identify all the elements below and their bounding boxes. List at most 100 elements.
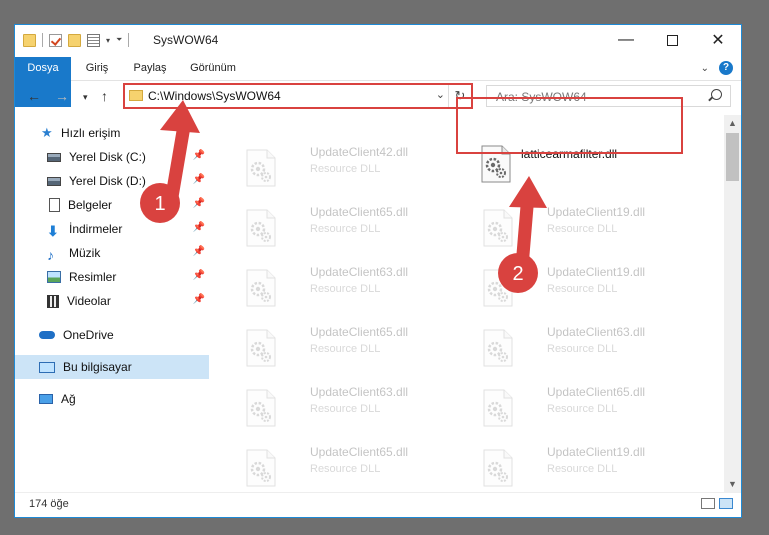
close-button[interactable]: ✕ — [695, 25, 741, 55]
window-title: SysWOW64 — [153, 33, 219, 47]
pin-icon[interactable]: 📌 — [193, 294, 205, 305]
tab-home[interactable]: Giriş — [79, 57, 115, 80]
details-view-icon[interactable] — [701, 498, 715, 509]
file-list: UpdateClient42.dll Resource DLL UpdateClie… — [211, 117, 727, 497]
scroll-down-icon[interactable]: ▼ — [724, 476, 741, 493]
dll-file-icon — [483, 209, 513, 247]
sidebar-item-quick-access[interactable]: ★ Hızlı erişim — [15, 121, 209, 145]
folder-icon — [23, 33, 36, 47]
sidebar-item-label: Müzik — [69, 246, 101, 260]
sidebar-item-label: Belgeler — [68, 198, 113, 212]
pictures-icon — [47, 271, 61, 283]
navigation-pane: ★ Hızlı erişim Yerel Disk (C:) 📌 Yerel D… — [15, 121, 211, 491]
file-item[interactable]: UpdateClient19.dll Resource DLL — [473, 201, 703, 251]
help-icon[interactable]: ? — [719, 61, 733, 75]
file-item[interactable]: UpdateClient42.dll Resource DLL — [236, 141, 466, 191]
sidebar-item-pictures[interactable]: Resimler 📌 — [15, 265, 209, 289]
disk-icon — [47, 176, 61, 186]
sidebar-item-network[interactable]: Ağ — [15, 387, 209, 411]
sidebar-item-videos[interactable]: Videolar 📌 — [15, 289, 209, 313]
expand-ribbon-icon[interactable]: ⌄ — [701, 63, 709, 74]
pin-icon[interactable]: 📌 — [193, 270, 205, 281]
pin-icon[interactable]: 📌 — [193, 246, 205, 257]
sidebar-item-disk-c[interactable]: Yerel Disk (C:) 📌 — [15, 145, 209, 169]
sidebar-item-label: Hızlı erişim — [61, 126, 121, 140]
sidebar-item-onedrive[interactable]: OneDrive — [15, 323, 209, 347]
view-options-icon[interactable] — [87, 33, 100, 47]
file-item[interactable]: UpdateClient65.dll Resource DLL — [473, 381, 703, 431]
computer-icon — [39, 361, 55, 373]
up-arrow-icon[interactable]: ↑ — [101, 88, 108, 104]
title-bar: ▾ ⏷ SysWOW64 — ✕ — [15, 25, 741, 57]
address-bar[interactable]: C:\Windows\SysWOW64 ⌄ ↻ — [123, 83, 473, 109]
pin-icon[interactable]: 📌 — [193, 174, 205, 185]
file-item[interactable]: UpdateClient65.dll Resource DLL — [236, 441, 466, 491]
file-item[interactable]: UpdateClient65.dll Resource DLL — [236, 201, 466, 251]
music-icon: ♪ — [47, 247, 54, 263]
pin-icon[interactable]: 📌 — [193, 222, 205, 233]
file-type: Resource DLL — [310, 163, 381, 175]
scrollbar-thumb[interactable] — [726, 133, 739, 181]
sidebar-item-this-pc[interactable]: Bu bilgisayar — [15, 355, 209, 379]
network-icon — [39, 394, 53, 404]
pin-icon[interactable]: 📌 — [193, 150, 205, 161]
status-bar: 174 öğe — [15, 492, 741, 517]
file-type: Resource DLL — [547, 223, 618, 235]
file-type: Resource DLL — [310, 463, 381, 475]
sidebar-item-disk-d[interactable]: Yerel Disk (D:) 📌 — [15, 169, 209, 193]
file-item[interactable]: UpdateClient63.dll Resource DLL — [236, 261, 466, 311]
search-icon[interactable] — [711, 89, 722, 100]
maximize-button[interactable] — [649, 25, 695, 55]
customize-toolbar-icon[interactable]: ⏷ — [116, 35, 122, 45]
chevron-down-icon[interactable]: ⌄ — [436, 88, 445, 101]
forward-arrow-icon[interactable]: → — [55, 88, 69, 104]
sidebar-item-label: İndirmeler — [69, 222, 123, 236]
scroll-up-icon[interactable]: ▲ — [724, 115, 741, 132]
sidebar-item-label: Yerel Disk (D:) — [69, 174, 146, 188]
vertical-scrollbar[interactable]: ▲ ▼ — [724, 115, 741, 493]
sidebar-item-music[interactable]: ♪ Müzik 📌 — [15, 241, 209, 265]
folder-icon — [129, 90, 143, 101]
sidebar-item-downloads[interactable]: ⬇ İndirmeler 📌 — [15, 217, 209, 241]
download-icon: ⬇ — [47, 223, 59, 239]
toolbar-separator — [42, 33, 43, 47]
file-item[interactable]: UpdateClient63.dll Resource DLL — [236, 381, 466, 431]
dll-file-icon — [483, 329, 513, 367]
file-type: Resource DLL — [310, 403, 381, 415]
chevron-down-icon[interactable]: ▾ — [106, 36, 110, 45]
dll-file-icon — [483, 389, 513, 427]
sidebar-item-label: Ağ — [61, 392, 76, 406]
dll-file-icon — [246, 389, 276, 427]
file-name: UpdateClient19.dll — [547, 265, 646, 279]
file-name: UpdateClient42.dll — [310, 145, 409, 159]
dll-file-icon — [246, 329, 276, 367]
new-folder-icon[interactable] — [68, 33, 81, 47]
tiles-view-icon[interactable] — [719, 498, 733, 509]
quick-access-toolbar: ▾ ⏷ — [23, 33, 130, 47]
address-path[interactable]: C:\Windows\SysWOW64 — [148, 89, 281, 103]
sidebar-item-label: Resimler — [69, 270, 117, 284]
properties-check-icon[interactable] — [49, 33, 62, 47]
file-item[interactable]: UpdateClient65.dll Resource DLL — [236, 321, 466, 371]
tab-view[interactable]: Görünüm — [183, 57, 243, 80]
sidebar-item-label: OneDrive — [63, 328, 114, 342]
file-name: UpdateClient19.dll — [547, 445, 646, 459]
sidebar-item-documents[interactable]: Belgeler 📌 — [15, 193, 209, 217]
recent-locations-icon[interactable]: ▾ — [83, 92, 88, 103]
pin-icon[interactable]: 📌 — [193, 198, 205, 209]
file-item[interactable]: UpdateClient63.dll Resource DLL — [473, 321, 703, 371]
back-arrow-icon[interactable]: ← — [27, 88, 41, 104]
minimize-button[interactable]: — — [603, 25, 649, 55]
file-name: UpdateClient65.dll — [547, 385, 646, 399]
disk-icon — [47, 152, 61, 162]
file-item[interactable]: UpdateClient19.dll Resource DLL — [473, 441, 703, 491]
sidebar-item-label: Bu bilgisayar — [63, 360, 132, 374]
highlight-box-file — [456, 97, 683, 154]
file-name: UpdateClient63.dll — [547, 325, 646, 339]
dll-file-icon — [246, 269, 276, 307]
document-icon — [49, 198, 60, 212]
file-name: UpdateClient19.dll — [547, 205, 646, 219]
file-name: UpdateClient65.dll — [310, 325, 409, 339]
file-item[interactable]: UpdateClient19.dll Resource DLL — [473, 261, 703, 311]
tab-share[interactable]: Paylaş — [125, 57, 175, 80]
